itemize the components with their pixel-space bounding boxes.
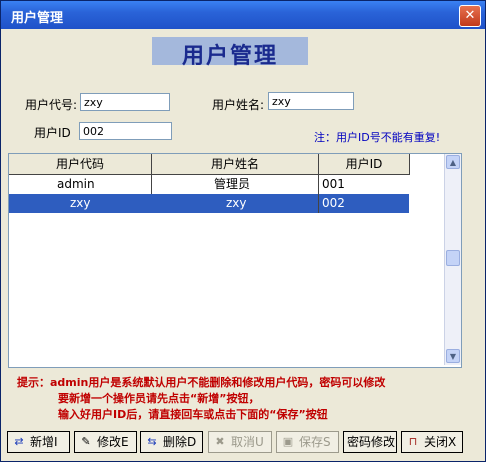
column-divider [318, 175, 319, 194]
add-icon: ⇄ [14, 435, 24, 448]
user-code-label: 用户代号: [25, 98, 78, 112]
cancel-button-label: 取消U [231, 435, 264, 449]
tip-line-2: 要新增一个操作员请先点击“新增”按钮， [58, 392, 260, 405]
window-close-button[interactable]: ✕ [459, 5, 481, 27]
user-name-label: 用户姓名: [212, 98, 265, 112]
cell-user-id: 002 [322, 196, 345, 210]
cell-user-id: 001 [322, 177, 345, 191]
column-header-name[interactable]: 用户姓名 [152, 154, 319, 175]
edit-button-label: 修改E [97, 435, 129, 449]
user-id-input[interactable]: 002 [79, 122, 172, 140]
delete-button[interactable]: ⇆ 删除D [140, 431, 203, 453]
user-name-input[interactable]: zxy [268, 92, 354, 110]
cell-user-name: 管理员 [214, 177, 251, 191]
cell-user-name: zxy [226, 196, 247, 210]
user-grid[interactable]: 用户代码 用户姓名 用户ID admin 管理员 001 zxy zxy 002… [8, 153, 462, 368]
duplicate-id-note: 注：用户ID号不能有重复! [314, 131, 441, 144]
tip-line-1: 提示：admin用户是系统默认用户不能删除和修改用户代码，密码可以修改 [17, 376, 386, 389]
window-title: 用户管理 [11, 11, 64, 26]
scroll-up-icon[interactable]: ▲ [446, 155, 460, 169]
action-toolbar: ⇄ 新增I ✎ 修改E ⇆ 删除D ✖ 取消U ▣ 保存S 密码修改 ⊓ 关闭X [7, 431, 479, 455]
banner-title: 用户管理 [181, 43, 278, 69]
banner: 用户管理 [152, 37, 308, 69]
add-button-label: 新增I [30, 435, 58, 449]
cell-user-code: zxy [70, 196, 91, 210]
change-password-button[interactable]: 密码修改 [343, 431, 397, 453]
vertical-scrollbar[interactable]: ▲ ▼ [444, 154, 461, 365]
close-button[interactable]: ⊓ 关闭X [401, 431, 463, 453]
column-divider [151, 175, 152, 194]
edit-icon: ✎ [81, 435, 91, 448]
column-divider [318, 194, 319, 213]
cancel-button[interactable]: ✖ 取消U [208, 431, 272, 453]
scroll-thumb[interactable] [446, 250, 460, 266]
client-area: 用户管理 用户代号: zxy 用户姓名: zxy 用户ID 002 注：用户ID… [4, 29, 482, 458]
user-id-label: 用户ID [34, 126, 71, 140]
close-button-label: 关闭X [424, 435, 457, 449]
change-password-label: 密码修改 [347, 435, 396, 449]
close-icon: ✕ [464, 8, 476, 23]
column-header-id[interactable]: 用户ID [319, 154, 410, 175]
tip-line-3: 输入好用户ID后，请直接回车或点击下面的“保存”按钮 [58, 408, 328, 421]
scroll-down-icon[interactable]: ▼ [446, 349, 460, 363]
close-door-icon: ⊓ [408, 435, 418, 448]
user-code-input[interactable]: zxy [80, 93, 170, 111]
save-button-label: 保存S [299, 435, 331, 449]
cell-user-code: admin [57, 177, 95, 191]
cancel-icon: ✖ [215, 435, 225, 448]
table-row-selected[interactable]: zxy zxy 002 [9, 194, 409, 213]
user-management-window: 用户管理 ✕ 用户管理 用户代号: zxy 用户姓名: zxy 用户ID 002… [0, 0, 486, 462]
column-header-code[interactable]: 用户代码 [9, 154, 152, 175]
save-button[interactable]: ▣ 保存S [276, 431, 339, 453]
table-row[interactable]: admin 管理员 001 [9, 175, 409, 194]
save-icon: ▣ [282, 435, 294, 448]
delete-button-label: 删除D [163, 435, 197, 449]
title-bar[interactable]: 用户管理 ✕ [1, 1, 485, 29]
delete-icon: ⇆ [147, 435, 157, 448]
edit-button[interactable]: ✎ 修改E [74, 431, 137, 453]
add-button[interactable]: ⇄ 新增I [7, 431, 70, 453]
